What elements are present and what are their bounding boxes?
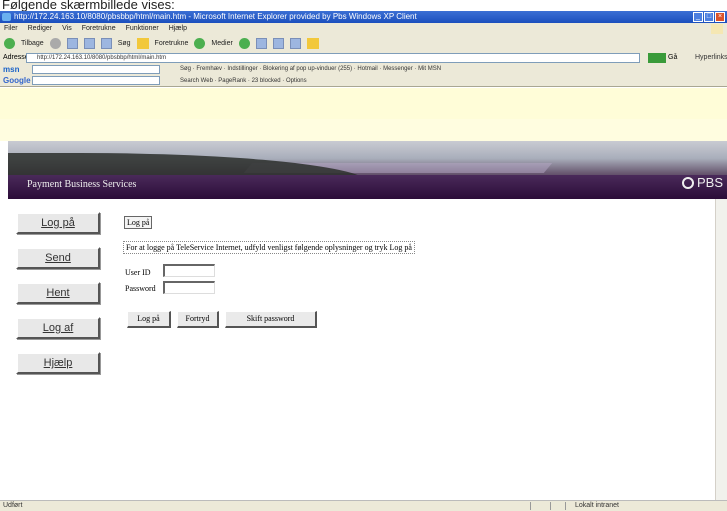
pbs-banner: Payment Business Services PBS: [8, 141, 727, 199]
nav-logout-button[interactable]: Log af: [16, 317, 100, 339]
menu-item-tools[interactable]: Funktioner: [126, 23, 159, 35]
menu-item-edit[interactable]: Rediger: [28, 23, 53, 35]
favorites-button[interactable]: Foretrukne: [155, 40, 189, 47]
page-top-spacer: [0, 88, 727, 119]
mail-icon[interactable]: [255, 37, 267, 49]
msn-search-input[interactable]: [32, 65, 160, 74]
change-password-button[interactable]: Skift password: [225, 311, 317, 328]
address-label: Adresse: [3, 54, 29, 61]
go-button[interactable]: [648, 53, 666, 63]
back-button[interactable]: Tilbage: [21, 40, 44, 47]
window-titlebar: http://172.24.163.10/8080/pbsbbp/html/ma…: [0, 11, 727, 23]
address-input[interactable]: http://172.24.163.10/8080/pbsbbp/html/ma…: [26, 53, 640, 63]
google-toolbar: Google Search Web · PageRank · 23 blocke…: [0, 75, 727, 87]
go-label[interactable]: Gå: [668, 51, 677, 64]
search-button[interactable]: Søg: [118, 40, 131, 47]
refresh-icon[interactable]: [83, 37, 95, 49]
page-header-band: [0, 119, 727, 141]
status-zone: Lokalt intranet: [575, 502, 619, 509]
login-heading: Log på: [124, 216, 153, 229]
msn-toolbar: msn Søg · Fremhæv · Indstillinger · Blok…: [0, 64, 727, 75]
login-button[interactable]: Log på: [127, 311, 171, 328]
favorites-star-icon[interactable]: [136, 37, 149, 49]
windows-logo-icon: [711, 24, 723, 34]
password-label: Password: [125, 284, 156, 293]
nav-fetch-button[interactable]: Hent: [16, 282, 100, 304]
forward-arrow-icon[interactable]: [49, 37, 61, 49]
login-panel: Log på For at logge på TeleService Inter…: [120, 212, 720, 472]
menu-item-view[interactable]: Vis: [62, 23, 72, 35]
google-toolbar-items[interactable]: Search Web · PageRank · 23 blocked · Opt…: [180, 75, 307, 86]
status-text: Udført: [3, 502, 23, 509]
print-icon[interactable]: [272, 37, 284, 49]
banner-title: Payment Business Services: [27, 179, 137, 190]
standard-toolbar: Tilbage Søg Foretrukne Medier: [0, 35, 727, 51]
password-input[interactable]: [163, 281, 215, 294]
status-bar: Udført Lokalt intranet: [0, 500, 727, 511]
address-bar: Adresse http://172.24.163.10/8080/pbsbbp…: [0, 51, 727, 64]
nav-help-button[interactable]: Hjælp: [16, 352, 100, 374]
history-icon[interactable]: [238, 37, 250, 49]
menu-bar: Filer Rediger Vis Foretrukne Funktioner …: [0, 23, 727, 35]
media-button[interactable]: Medier: [211, 40, 232, 47]
user-id-label: User ID: [125, 268, 151, 277]
pbs-logo: PBS: [681, 175, 723, 190]
google-search-input[interactable]: [32, 76, 160, 85]
edit-icon[interactable]: [289, 37, 301, 49]
ie-icon: [2, 13, 11, 21]
maximize-icon[interactable]: □: [704, 12, 714, 22]
home-icon[interactable]: [100, 37, 112, 49]
user-id-input[interactable]: [163, 264, 215, 277]
menu-item-file[interactable]: Filer: [4, 23, 18, 35]
nav-send-button[interactable]: Send: [16, 247, 100, 269]
window-title: http://172.24.163.10/8080/pbsbbp/html/ma…: [14, 12, 417, 21]
stop-icon[interactable]: [66, 37, 78, 49]
pbs-logo-text: PBS: [696, 175, 723, 190]
folder-icon[interactable]: [306, 37, 319, 49]
back-arrow-icon[interactable]: [4, 37, 15, 49]
msn-logo: msn: [3, 65, 20, 74]
google-logo: Google: [3, 76, 31, 85]
links-button[interactable]: Hyperlinks: [695, 51, 727, 64]
pbs-ring-icon: [681, 176, 694, 189]
nav-login-button[interactable]: Log på: [16, 212, 100, 234]
login-instructions: For at logge på TeleService Internet, ud…: [123, 241, 415, 254]
menu-item-help[interactable]: Hjælp: [169, 23, 187, 35]
menu-item-favorites[interactable]: Foretrukne: [82, 23, 116, 35]
msn-toolbar-items[interactable]: Søg · Fremhæv · Indstillinger · Blokerin…: [180, 64, 441, 75]
media-icon[interactable]: [194, 37, 206, 49]
minimize-icon[interactable]: _: [693, 12, 703, 22]
close-icon[interactable]: ×: [715, 12, 725, 22]
reset-button[interactable]: Fortryd: [177, 311, 219, 328]
